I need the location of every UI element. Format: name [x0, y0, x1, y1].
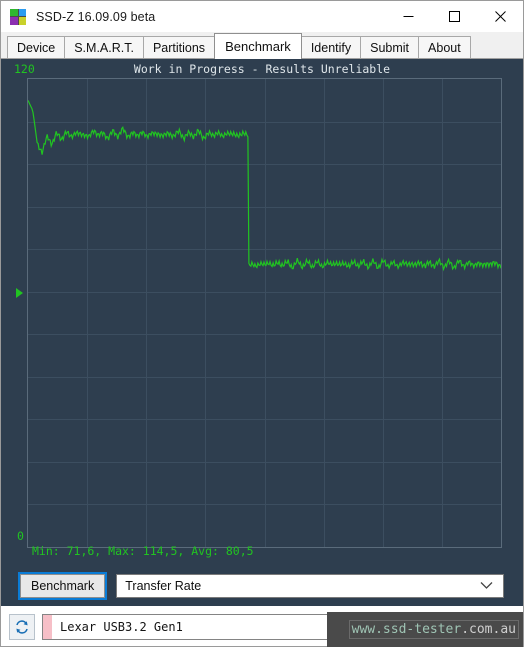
device-name: Lexar USB3.2 Gen1 [60, 619, 183, 634]
tab-partitions[interactable]: Partitions [142, 36, 216, 58]
benchmark-run-button[interactable]: Benchmark [17, 572, 108, 600]
chart-plot-area [27, 78, 502, 548]
ssdz-logo-icon [10, 8, 26, 25]
refresh-icon[interactable] [9, 613, 35, 640]
window-title: SSD-Z 16.09.09 beta [36, 9, 156, 24]
minimize-button[interactable] [385, 1, 431, 32]
site-watermark: www.ssd-tester.com.au [327, 612, 523, 647]
tab-submit[interactable]: Submit [360, 36, 420, 58]
benchmark-chart: 120 Work in Progress - Results Unreliabl… [2, 60, 522, 568]
watermark-secondary: .com.au [461, 622, 516, 637]
chart-title: Work in Progress - Results Unreliable [133, 62, 391, 76]
window-controls [385, 1, 523, 32]
benchmark-mode-value: Transfer Rate [125, 579, 202, 593]
benchmark-panel: 120 Work in Progress - Results Unreliabl… [1, 59, 523, 606]
benchmark-stats-text: Min: 71,6, Max: 114,5, Avg: 80,5 [32, 544, 254, 558]
chart-svg [28, 79, 501, 547]
tab-device[interactable]: Device [7, 36, 66, 58]
title-bar: SSD-Z 16.09.09 beta [1, 1, 523, 32]
benchmark-mode-select[interactable]: Transfer Rate [116, 574, 504, 598]
status-bar: Lexar USB3.2 Gen1 www.ssd-tester.com.au [1, 606, 523, 647]
benchmark-controls: Benchmark Transfer Rate [2, 568, 522, 604]
tab-about[interactable]: About [418, 36, 471, 58]
tab-bar: Device S.M.A.R.T. Partitions Benchmark I… [1, 32, 523, 59]
ssdz-main-window: SSD-Z 16.09.09 beta Device S.M.A.R.T. Pa… [0, 0, 524, 647]
watermark-text: www.ssd-tester.com.au [348, 620, 519, 639]
watermark-primary: www.ssd-tester [351, 622, 462, 637]
device-color-swatch [43, 614, 52, 639]
maximize-button[interactable] [431, 1, 477, 32]
close-button[interactable] [477, 1, 523, 32]
tab-identify[interactable]: Identify [300, 36, 362, 58]
chevron-down-icon [480, 579, 493, 593]
y-axis-min-label: 0 [17, 529, 24, 543]
tab-smart[interactable]: S.M.A.R.T. [64, 36, 144, 58]
current-position-marker-icon [16, 288, 23, 298]
tab-benchmark[interactable]: Benchmark [214, 33, 302, 59]
